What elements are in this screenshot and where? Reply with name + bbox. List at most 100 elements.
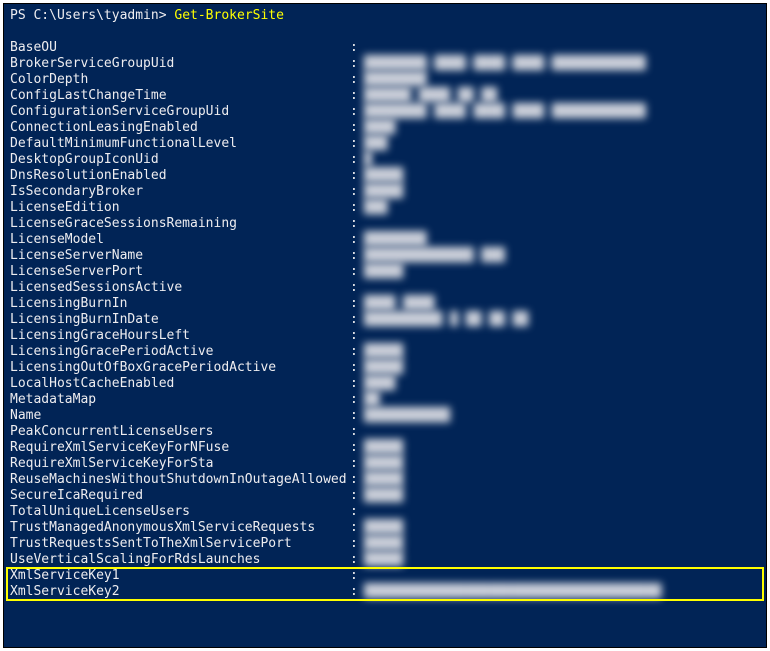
colon: :: [350, 152, 364, 168]
property-value: █████: [364, 184, 403, 200]
output-row: XmlServiceKey1:: [10, 568, 760, 584]
property-key: LicenseModel: [10, 232, 350, 248]
colon: :: [350, 264, 364, 280]
property-key: DesktopGroupIconUid: [10, 152, 350, 168]
property-key: ConnectionLeasingEnabled: [10, 120, 350, 136]
property-key: LicensingOutOfBoxGracePeriodActive: [10, 360, 350, 376]
output-row: Name:███████████: [10, 408, 760, 424]
property-key: LicensingGraceHoursLeft: [10, 328, 350, 344]
property-key: TrustRequestsSentToTheXmlServicePort: [10, 536, 350, 552]
output-row: LicenseEdition:███: [10, 200, 760, 216]
property-key: LicenseGraceSessionsRemaining: [10, 216, 350, 232]
property-key: SecureIcaRequired: [10, 488, 350, 504]
output-row: LicenseModel:████████: [10, 232, 760, 248]
property-key: XmlServiceKey2: [10, 584, 350, 600]
command-text: Get-BrokerSite: [174, 8, 284, 23]
colon: :: [350, 216, 364, 232]
property-key: LicenseEdition: [10, 200, 350, 216]
property-value: █████: [364, 472, 403, 488]
property-key: BaseOU: [10, 40, 350, 56]
property-key: BrokerServiceGroupUid: [10, 56, 350, 72]
colon: :: [350, 280, 364, 296]
colon: :: [350, 360, 364, 376]
output-row: LicensedSessionsActive:: [10, 280, 760, 296]
output-row: DesktopGroupIconUid:█: [10, 152, 760, 168]
property-value: ███████████: [364, 408, 450, 424]
property-value: ████████-████-████-████-████████████: [364, 56, 646, 72]
colon: :: [350, 104, 364, 120]
property-key: LicensingBurnIn: [10, 296, 350, 312]
property-value: █████: [364, 344, 403, 360]
prompt-text: PS C:\Users\tyadmin>: [10, 8, 174, 23]
output-row: BrokerServiceGroupUid:████████-████-████…: [10, 56, 760, 72]
property-value: █████: [364, 360, 403, 376]
property-key: UseVerticalScalingForRdsLaunches: [10, 552, 350, 568]
property-key: LicenseServerName: [10, 248, 350, 264]
output-row: SecureIcaRequired:█████: [10, 488, 760, 504]
colon: :: [350, 200, 364, 216]
output-row: LocalHostCacheEnabled:████: [10, 376, 760, 392]
output-row: LicenseServerPort:█████: [10, 264, 760, 280]
property-value: ██████████████████████████████████████: [364, 584, 661, 600]
output-row: MetadataMap:██: [10, 392, 760, 408]
colon: :: [350, 488, 364, 504]
property-key: LicensingGracePeriodActive: [10, 344, 350, 360]
property-key: RequireXmlServiceKeyForSta: [10, 456, 350, 472]
colon: :: [350, 392, 364, 408]
property-key: ColorDepth: [10, 72, 350, 88]
property-key: RequireXmlServiceKeyForNFuse: [10, 440, 350, 456]
property-key: LicenseServerPort: [10, 264, 350, 280]
property-value: █████: [364, 168, 403, 184]
output-row: DnsResolutionEnabled:█████: [10, 168, 760, 184]
property-key: ReuseMachinesWithoutShutdownInOutageAllo…: [10, 472, 350, 488]
property-value: ██████████████ ███: [364, 248, 505, 264]
colon: :: [350, 248, 364, 264]
output-row: ReuseMachinesWithoutShutdownInOutageAllo…: [10, 472, 760, 488]
property-key: PeakConcurrentLicenseUsers: [10, 424, 350, 440]
colon: :: [350, 568, 364, 584]
colon: :: [350, 376, 364, 392]
colon: :: [350, 584, 364, 600]
colon: :: [350, 184, 364, 200]
colon: :: [350, 88, 364, 104]
property-value: █████: [364, 440, 403, 456]
property-value: ██: [364, 392, 380, 408]
colon: :: [350, 56, 364, 72]
output-row: LicenseGraceSessionsRemaining:: [10, 216, 760, 232]
property-value: ████: [364, 376, 395, 392]
colon: :: [350, 520, 364, 536]
property-key: DefaultMinimumFunctionalLevel: [10, 136, 350, 152]
output-row: XmlServiceKey2:█████████████████████████…: [10, 584, 760, 600]
property-value: █████: [364, 488, 403, 504]
colon: :: [350, 552, 364, 568]
property-key: TotalUniqueLicenseUsers: [10, 504, 350, 520]
colon: :: [350, 408, 364, 424]
output-row: DefaultMinimumFunctionalLevel:███: [10, 136, 760, 152]
property-key: IsSecondaryBroker: [10, 184, 350, 200]
colon: :: [350, 504, 364, 520]
property-key: ConfigurationServiceGroupUid: [10, 104, 350, 120]
prompt-line: PS C:\Users\tyadmin> Get-BrokerSite: [10, 8, 760, 24]
powershell-terminal[interactable]: PS C:\Users\tyadmin> Get-BrokerSite Base…: [3, 3, 767, 648]
property-key: DnsResolutionEnabled: [10, 168, 350, 184]
colon: :: [350, 136, 364, 152]
command-output: BaseOU:BrokerServiceGroupUid:████████-██…: [10, 40, 760, 600]
output-row: ConfigLastChangeTime:██████ ████ ██ ██: [10, 88, 760, 104]
colon: :: [350, 424, 364, 440]
property-value: ██████████ █ ██ ██ ██: [364, 312, 528, 328]
property-value: █████: [364, 552, 403, 568]
property-key: MetadataMap: [10, 392, 350, 408]
output-row: ConnectionLeasingEnabled:████: [10, 120, 760, 136]
property-value: ████████: [364, 232, 427, 248]
property-key: ConfigLastChangeTime: [10, 88, 350, 104]
property-value: █: [364, 152, 372, 168]
property-value: ███: [364, 136, 387, 152]
output-row: LicenseServerName:██████████████ ███: [10, 248, 760, 264]
colon: :: [350, 456, 364, 472]
property-value: █████: [364, 536, 403, 552]
output-row: LicensingBurnInDate:██████████ █ ██ ██ █…: [10, 312, 760, 328]
colon: :: [350, 168, 364, 184]
property-value: ██████ ████ ██ ██: [364, 88, 497, 104]
output-row: BaseOU:: [10, 40, 760, 56]
colon: :: [350, 120, 364, 136]
